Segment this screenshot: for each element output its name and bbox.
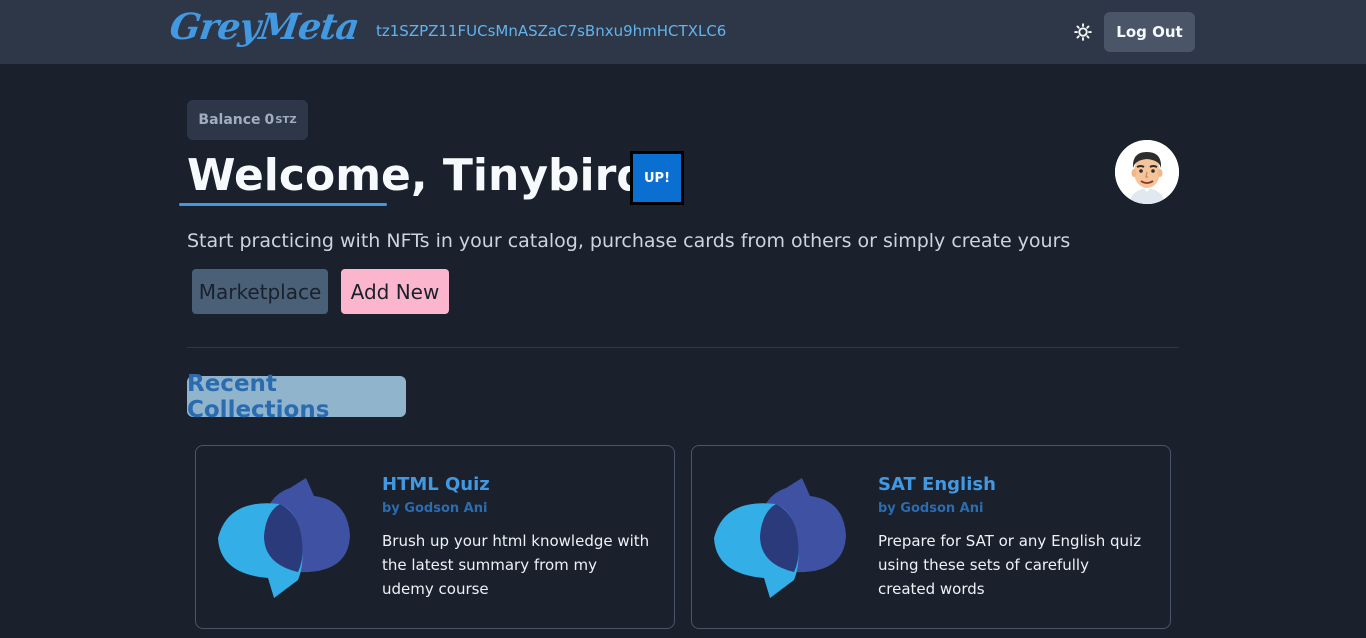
app-logo[interactable]: GreyMeta: [167, 6, 361, 48]
collection-description: Prepare for SAT or any English quiz usin…: [878, 532, 1142, 598]
section-divider: [187, 347, 1179, 348]
collection-card-sat-english[interactable]: SAT English by Godson Ani Prepare for SA…: [691, 445, 1171, 629]
avatar[interactable]: [1115, 140, 1179, 204]
logout-button[interactable]: Log Out: [1104, 12, 1195, 52]
welcome-heading: Welcome, Tinybird: [187, 150, 648, 201]
balance-unit: STZ: [275, 114, 297, 126]
marketplace-button[interactable]: Marketplace: [192, 269, 328, 314]
balance-amount: 0: [264, 112, 275, 128]
wallet-address: tz1SZPZ11FUCsMnASZaC7sBnxu9hmHCTXLC6: [376, 22, 727, 40]
balance-badge: Balance 0 STZ: [187, 100, 308, 140]
collection-logo-icon: [218, 476, 354, 600]
add-new-button[interactable]: Add New: [341, 269, 449, 314]
collection-card-html-quiz[interactable]: HTML Quiz by Godson Ani Brush up your ht…: [195, 445, 675, 629]
collection-title[interactable]: HTML Quiz: [382, 474, 490, 495]
collection-logo-icon: [714, 476, 850, 600]
welcome-subtitle: Start practicing with NFTs in your catal…: [187, 230, 1071, 252]
balance-label: Balance: [198, 112, 261, 128]
sun-icon[interactable]: [1072, 21, 1094, 43]
collection-description: Brush up your html knowledge with the la…: [382, 532, 650, 598]
top-navbar: GreyMeta tz1SZPZ11FUCsMnASZaC7sBnxu9hmHC…: [0, 0, 1366, 64]
recent-collections-heading: Recent Collections: [187, 371, 406, 423]
collection-title[interactable]: SAT English: [878, 474, 996, 495]
up-badge: UP!: [630, 151, 684, 205]
collection-author: by Godson Ani: [382, 501, 488, 516]
heading-underline: [179, 203, 387, 206]
collection-author: by Godson Ani: [878, 501, 984, 516]
